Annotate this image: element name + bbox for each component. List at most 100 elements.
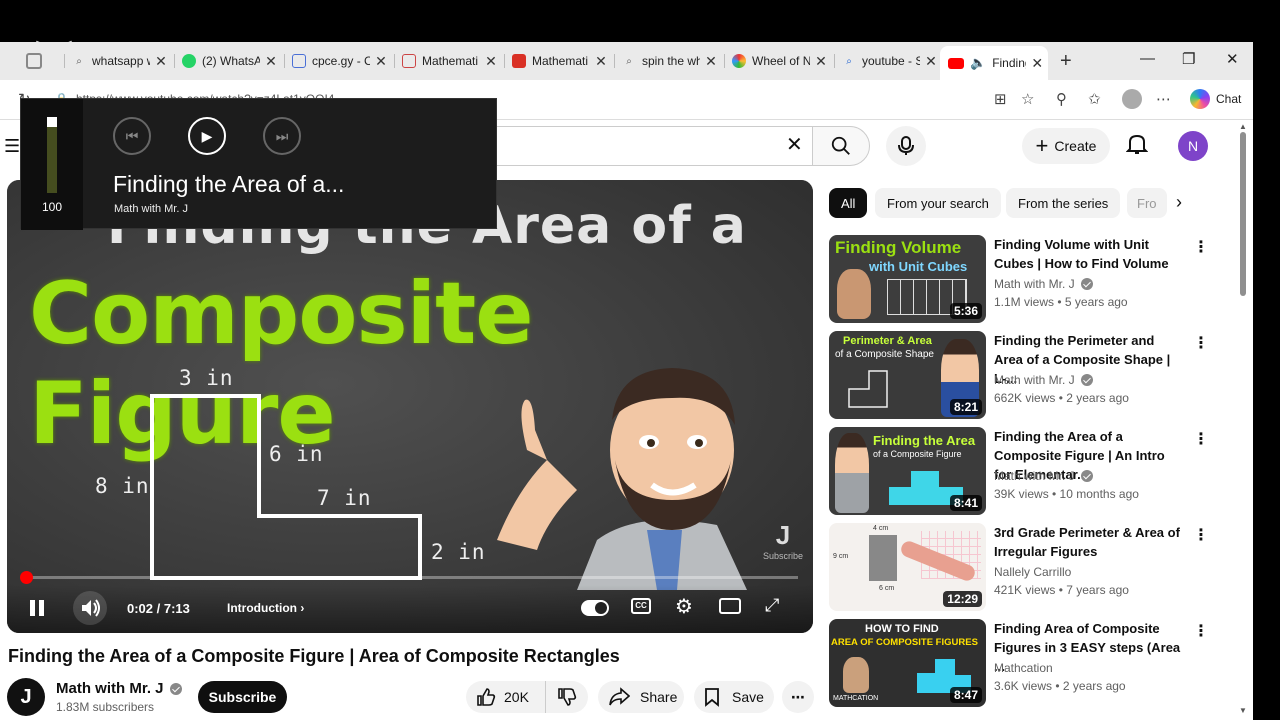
speaker-icon[interactable]: 🔈 xyxy=(970,55,986,71)
share-icon xyxy=(609,687,630,706)
close-tab-icon[interactable]: ✕ xyxy=(594,53,608,70)
thumbs-up-icon xyxy=(477,688,496,706)
thumb-text: MATHCATION xyxy=(833,695,879,702)
minimize-icon[interactable]: — xyxy=(1140,50,1155,67)
tab-1[interactable]: ⌕ whatsapp w ✕ xyxy=(64,46,168,76)
scroll-down-icon[interactable]: ▼ xyxy=(1239,706,1247,715)
recommendation-title[interactable]: 3rd Grade Perimeter & Area of Irregular … xyxy=(994,523,1184,561)
favorites-icon[interactable]: ✩ xyxy=(1088,90,1101,108)
chip-from-your-search[interactable]: From your search xyxy=(875,188,1001,218)
recommendation-channel[interactable]: Mathcation xyxy=(994,661,1053,675)
close-tab-icon[interactable]: ✕ xyxy=(704,53,718,70)
recommendation-channel[interactable]: Math with Mr. J xyxy=(994,469,1093,483)
recommendation-4[interactable]: 4 cm 9 cm 6 cm 12:29 3rd Grade Perimeter… xyxy=(829,523,1229,613)
extension-icon[interactable]: ⚲ xyxy=(1056,90,1067,108)
chat-button[interactable]: Chat xyxy=(1190,89,1241,109)
close-tab-icon[interactable]: ✕ xyxy=(264,53,278,70)
tab-6[interactable]: ⌕ spin the wh ✕ xyxy=(614,46,718,76)
chapter-label: Introduction xyxy=(227,601,297,615)
more-vert-icon[interactable]: ⋮ xyxy=(1193,333,1209,353)
recommendation-2[interactable]: Perimeter & Area of a Composite Shape 8:… xyxy=(829,331,1229,421)
menu-icon[interactable]: ☰ xyxy=(4,136,20,157)
chip-partial[interactable]: Fro xyxy=(1127,188,1167,218)
share-button[interactable]: Share xyxy=(598,681,684,713)
thumb-text: 6 cm xyxy=(879,585,895,592)
channel-text: Nallely Carrillo xyxy=(994,565,1072,579)
scroll-up-icon[interactable]: ▲ xyxy=(1239,122,1247,131)
close-tab-icon[interactable]: ✕ xyxy=(154,53,168,70)
scrubber-handle[interactable] xyxy=(19,571,33,584)
autoplay-toggle[interactable] xyxy=(581,600,609,616)
volume-button[interactable] xyxy=(73,591,107,625)
close-window-icon[interactable]: ✕ xyxy=(1226,50,1239,68)
subscribe-button[interactable]: Subscribe xyxy=(198,681,287,713)
tab-2[interactable]: (2) WhatsA ✕ xyxy=(174,46,278,76)
save-button[interactable]: Save xyxy=(694,681,774,713)
video-thumbnail[interactable]: Finding Volume with Unit Cubes 5:36 xyxy=(829,235,986,323)
close-tab-icon[interactable]: ✕ xyxy=(924,53,938,70)
clear-search-icon[interactable]: ✕ xyxy=(786,132,803,157)
tab-4[interactable]: Mathemati ✕ xyxy=(394,46,498,76)
video-thumbnail[interactable]: HOW TO FIND AREA OF COMPOSITE FIGURES MA… xyxy=(829,619,986,707)
recommendation-3[interactable]: Finding the Area of a Composite Figure 8… xyxy=(829,427,1229,517)
more-actions-icon[interactable]: ⋯ xyxy=(782,681,814,713)
like-button[interactable]: 20K xyxy=(466,681,546,713)
video-thumbnail[interactable]: Finding the Area of a Composite Figure 8… xyxy=(829,427,986,515)
create-button[interactable]: + Create xyxy=(1022,128,1110,164)
tab-3[interactable]: cpce.gy - C ✕ xyxy=(284,46,388,76)
more-menu-icon[interactable]: ⋯ xyxy=(1156,90,1171,108)
recommendation-title[interactable]: Finding Volume with Unit Cubes | How to … xyxy=(994,235,1184,273)
recommendation-1[interactable]: Finding Volume with Unit Cubes 5:36 Find… xyxy=(829,235,1229,325)
new-tab-icon[interactable]: + xyxy=(1060,50,1072,73)
more-vert-icon[interactable]: ⋮ xyxy=(1193,429,1209,449)
next-track-icon[interactable]: ⏭ xyxy=(263,117,301,155)
duration-badge: 12:29 xyxy=(943,591,982,607)
pause-icon[interactable] xyxy=(29,599,45,617)
recommendation-5[interactable]: HOW TO FIND AREA OF COMPOSITE FIGURES MA… xyxy=(829,619,1229,709)
play-icon[interactable]: ▶ xyxy=(188,117,226,155)
previous-track-icon[interactable]: ⏮ xyxy=(113,117,151,155)
voice-search-button[interactable] xyxy=(886,126,926,166)
channel-name[interactable]: Math with Mr. J xyxy=(56,680,182,697)
tab-8[interactable]: ⌕ youtube - S ✕ xyxy=(834,46,938,76)
tab-5[interactable]: Mathemati ✕ xyxy=(504,46,608,76)
chevron-right-icon[interactable]: › xyxy=(1176,192,1182,213)
more-vert-icon[interactable]: ⋮ xyxy=(1193,621,1209,641)
recommendation-channel[interactable]: Math with Mr. J xyxy=(994,277,1093,291)
more-vert-icon[interactable]: ⋮ xyxy=(1193,525,1209,545)
captions-icon[interactable]: CC xyxy=(631,598,651,614)
profile-icon[interactable] xyxy=(1122,89,1142,109)
chip-all[interactable]: All xyxy=(829,188,868,218)
fullscreen-icon[interactable]: ⤢ xyxy=(765,595,779,616)
close-tab-icon[interactable]: ✕ xyxy=(484,53,498,70)
video-thumbnail[interactable]: 4 cm 9 cm 6 cm 12:29 xyxy=(829,523,986,611)
restore-icon[interactable]: ❐ xyxy=(1182,50,1195,68)
video-player[interactable]: Finding the Area of a Composite Figure 3… xyxy=(7,180,813,633)
channel-avatar[interactable]: J xyxy=(7,678,45,716)
chip-from-the-series[interactable]: From the series xyxy=(1006,188,1121,218)
settings-gear-icon[interactable]: ⚙ xyxy=(675,594,693,619)
search-button[interactable] xyxy=(812,126,870,166)
page-scrollbar[interactable]: ▲ ▼ xyxy=(1238,122,1248,715)
close-tab-icon[interactable]: ✕ xyxy=(1030,55,1044,72)
close-tab-icon[interactable]: ✕ xyxy=(374,53,388,70)
tab-7[interactable]: Wheel of N ✕ xyxy=(724,46,828,76)
thumbs-down-icon xyxy=(558,688,577,706)
scrollbar-thumb[interactable] xyxy=(1240,132,1246,296)
tab-active[interactable]: 🔈 Finding ✕ xyxy=(940,46,1048,80)
theater-mode-icon[interactable] xyxy=(719,598,741,614)
subscribe-watermark[interactable]: J Subscribe xyxy=(763,520,803,561)
video-thumbnail[interactable]: Perimeter & Area of a Composite Shape 8:… xyxy=(829,331,986,419)
recommendation-channel[interactable]: Math with Mr. J xyxy=(994,373,1093,387)
more-vert-icon[interactable]: ⋮ xyxy=(1193,237,1209,257)
chapter-button[interactable]: Introduction › xyxy=(227,601,304,615)
close-tab-icon[interactable]: ✕ xyxy=(814,53,828,70)
apps-icon[interactable]: ⊞ xyxy=(994,90,1007,108)
notifications-bell-icon[interactable] xyxy=(1125,132,1149,161)
favorite-star-icon[interactable]: ☆ xyxy=(1021,90,1034,108)
account-avatar[interactable]: N xyxy=(1178,131,1208,161)
recommendation-channel[interactable]: Nallely Carrillo xyxy=(994,565,1071,579)
dislike-button[interactable] xyxy=(546,681,588,713)
progress-bar[interactable] xyxy=(19,571,798,584)
workspaces-icon[interactable] xyxy=(26,53,42,69)
